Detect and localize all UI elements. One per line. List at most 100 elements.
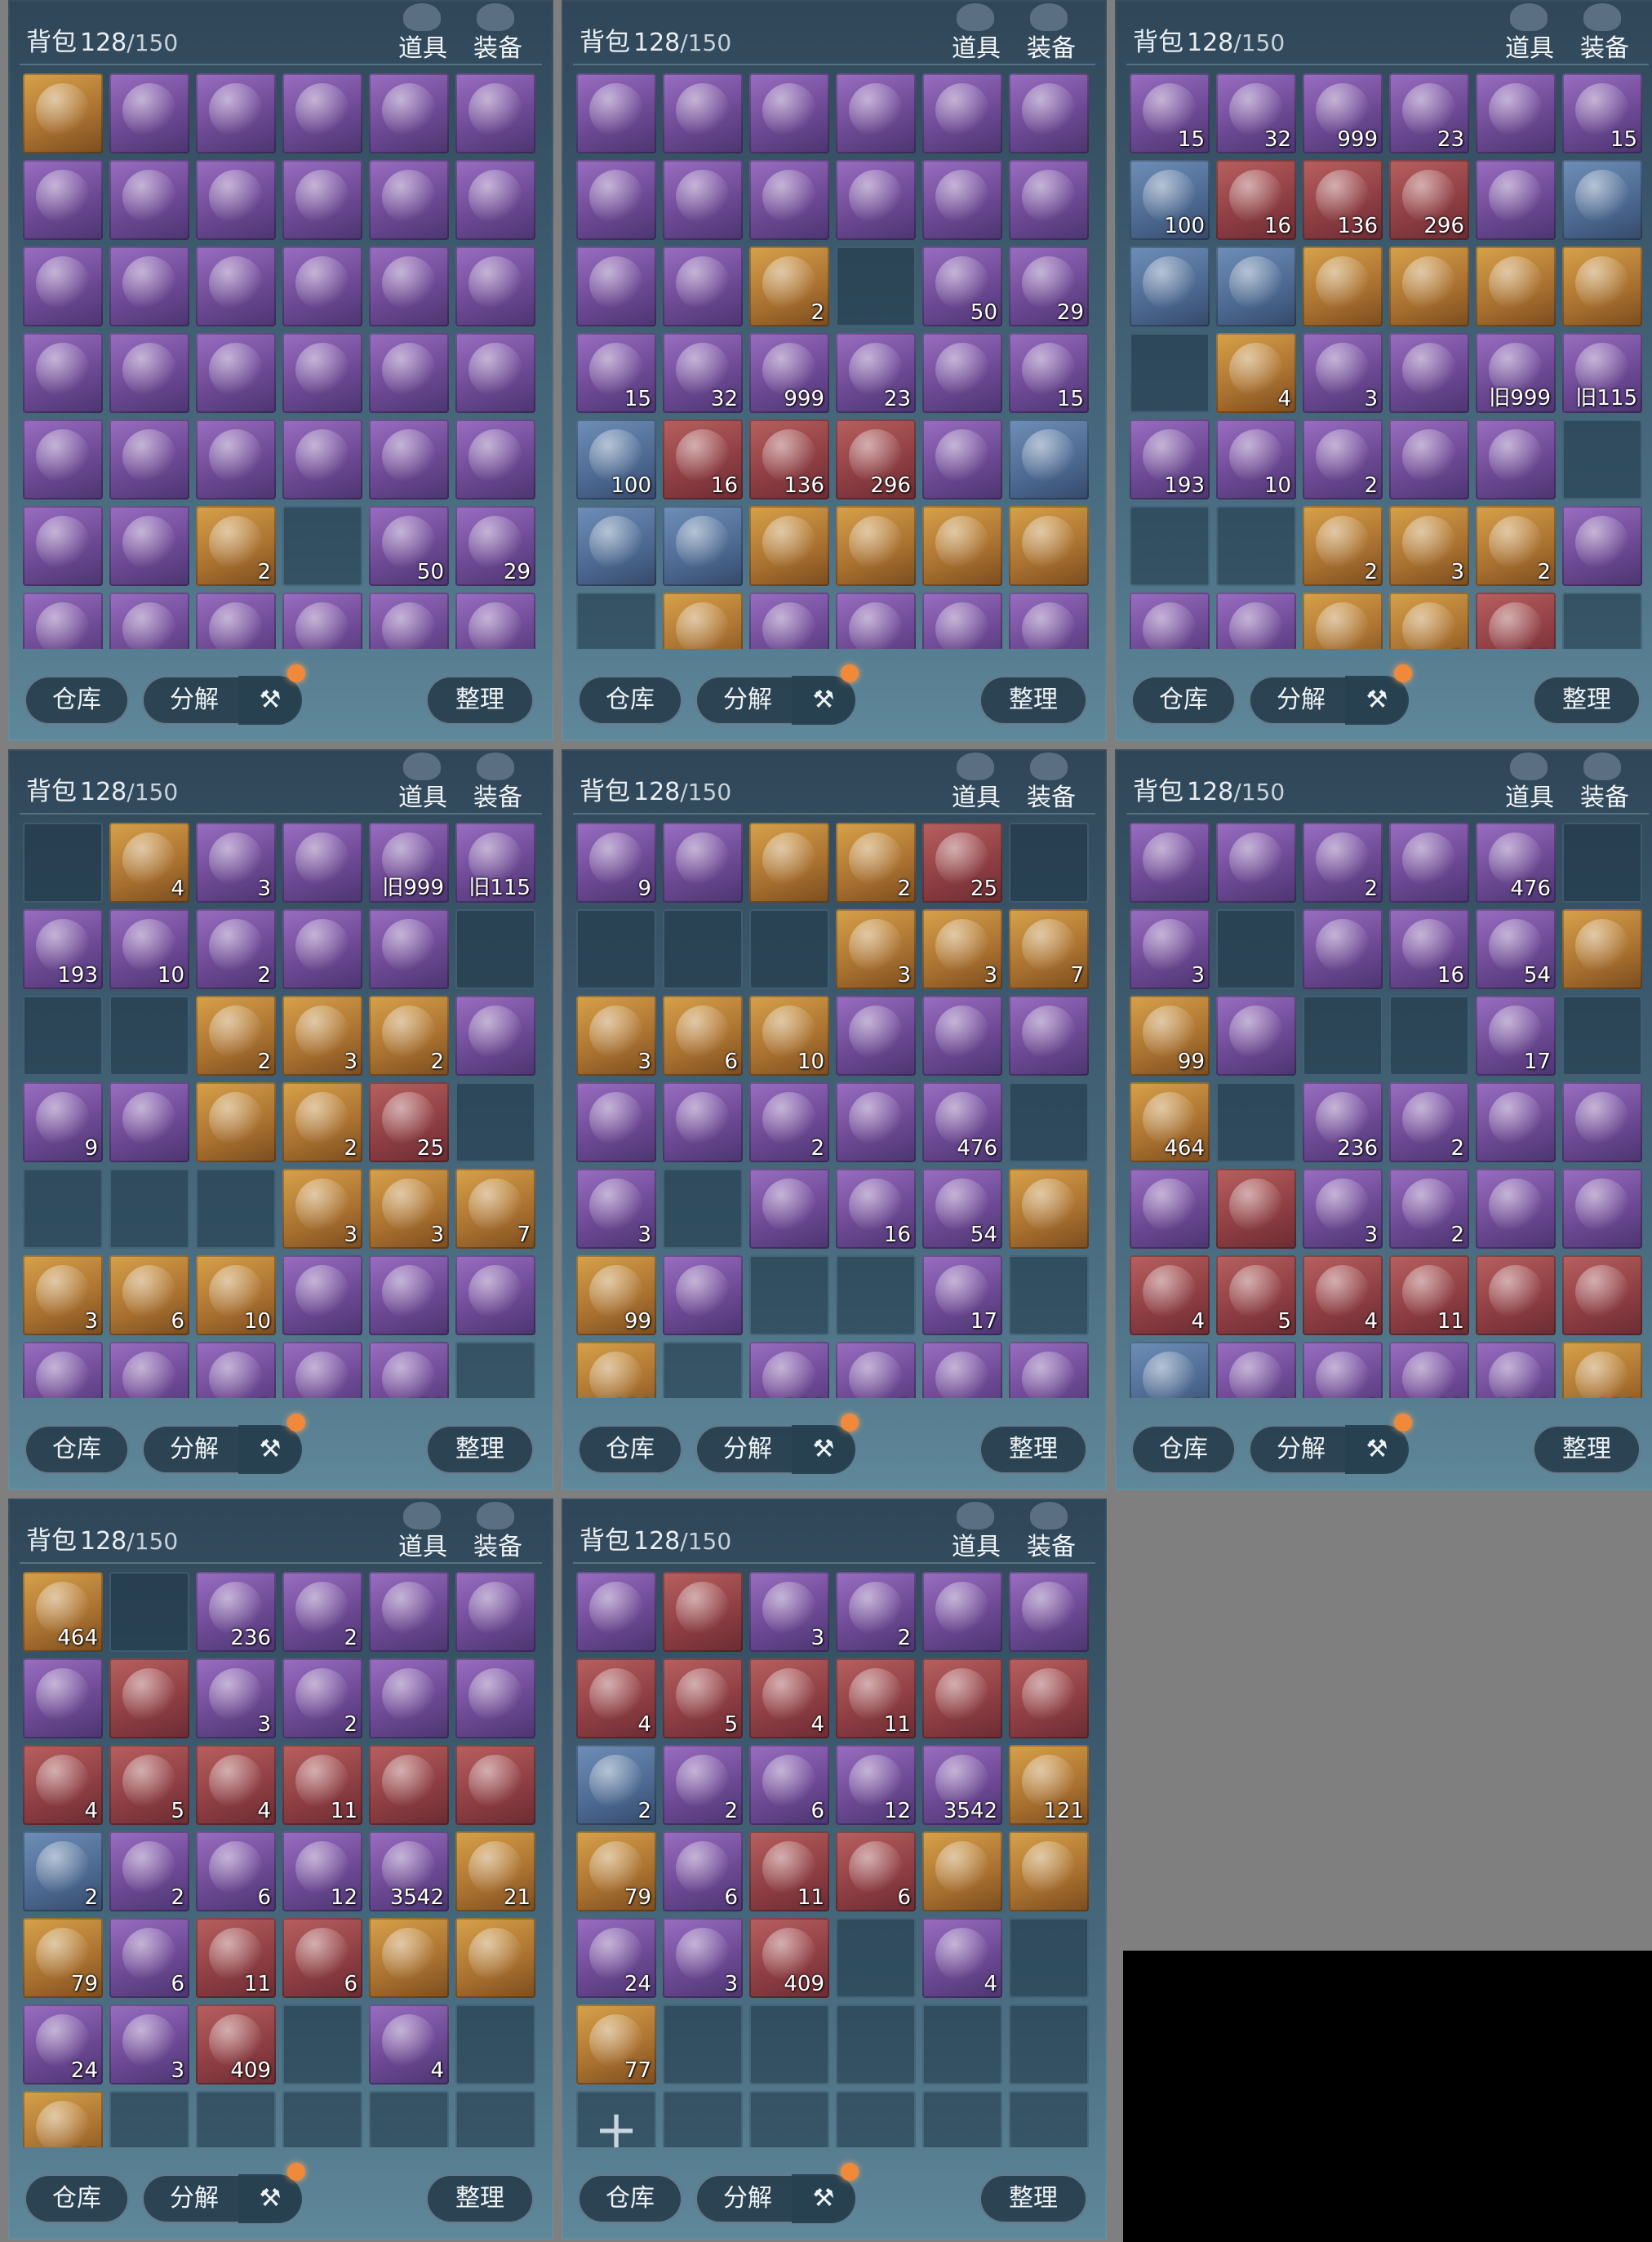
item-slot[interactable]: [1476, 420, 1556, 499]
item-slot[interactable]: [455, 160, 535, 240]
item-slot[interactable]: 3: [282, 1169, 362, 1249]
tab-equipment[interactable]: 装备: [473, 777, 522, 813]
item-slot[interactable]: 3: [1303, 1169, 1383, 1249]
item-slot[interactable]: [196, 1082, 276, 1162]
item-slot[interactable]: [749, 160, 829, 240]
item-slot[interactable]: [282, 593, 362, 649]
item-slot[interactable]: [922, 73, 1002, 153]
item-slot[interactable]: [369, 333, 449, 413]
item-slot[interactable]: [1562, 1082, 1642, 1162]
item-slot[interactable]: 4: [749, 1658, 829, 1738]
item-slot[interactable]: 旧999: [369, 823, 449, 903]
item-slot[interactable]: [1130, 1169, 1210, 1249]
empty-slot[interactable]: [1009, 1918, 1089, 1998]
item-slot[interactable]: [1009, 506, 1089, 586]
empty-slot[interactable]: [282, 2091, 362, 2147]
empty-slot[interactable]: [455, 1342, 535, 1398]
item-slot[interactable]: [663, 246, 743, 326]
item-slot[interactable]: [1009, 1831, 1089, 1911]
sort-button[interactable]: 整理: [426, 1425, 534, 1474]
item-slot[interactable]: [1130, 823, 1210, 903]
item-slot[interactable]: [1303, 593, 1383, 649]
empty-slot[interactable]: [922, 2091, 1002, 2147]
item-slot[interactable]: [1009, 996, 1089, 1076]
empty-slot[interactable]: [1130, 333, 1210, 413]
tab-items[interactable]: 道具: [398, 28, 447, 64]
item-slot[interactable]: 100: [1130, 160, 1210, 240]
item-slot[interactable]: [282, 160, 362, 240]
item-slot[interactable]: 3: [576, 1169, 656, 1249]
item-slot[interactable]: 193: [1130, 420, 1210, 499]
item-slot[interactable]: [23, 1342, 103, 1398]
item-slot[interactable]: 25: [922, 823, 1002, 903]
item-slot[interactable]: [1009, 1342, 1089, 1398]
item-slot[interactable]: 236: [1303, 1082, 1383, 1162]
decompose-button[interactable]: 分解 ⚒: [695, 1414, 859, 1474]
empty-slot[interactable]: [109, 996, 189, 1076]
item-slot[interactable]: 2: [836, 1342, 916, 1398]
item-slot[interactable]: [1562, 160, 1642, 240]
item-slot[interactable]: 476: [922, 1082, 1002, 1162]
item-slot[interactable]: [1476, 73, 1556, 153]
item-slot[interactable]: [369, 1255, 449, 1335]
item-slot[interactable]: [109, 333, 189, 413]
empty-slot[interactable]: [1216, 1082, 1296, 1162]
item-slot[interactable]: [922, 1831, 1002, 1911]
item-slot[interactable]: 79: [23, 1918, 103, 1998]
item-slot[interactable]: [1303, 246, 1383, 326]
empty-slot[interactable]: [1389, 996, 1469, 1076]
item-slot[interactable]: [369, 1572, 449, 1652]
item-slot[interactable]: 2: [282, 1082, 362, 1162]
item-slot[interactable]: [836, 506, 916, 586]
item-slot[interactable]: [23, 333, 103, 413]
item-slot[interactable]: [922, 996, 1002, 1076]
item-slot[interactable]: 236: [196, 1572, 276, 1652]
item-slot[interactable]: [1389, 420, 1469, 499]
item-slot[interactable]: 4: [109, 823, 189, 903]
tab-items[interactable]: 道具: [1505, 28, 1554, 64]
tab-items[interactable]: 道具: [398, 1526, 447, 1562]
item-slot[interactable]: 2: [1303, 506, 1383, 586]
sort-button[interactable]: 整理: [426, 2174, 534, 2223]
item-slot[interactable]: 409: [196, 2004, 276, 2084]
empty-slot[interactable]: [749, 1255, 829, 1335]
tab-equipment[interactable]: 装备: [473, 28, 522, 64]
empty-slot[interactable]: [836, 246, 916, 326]
item-slot[interactable]: 2: [282, 1658, 362, 1738]
item-slot[interactable]: 6: [109, 1255, 189, 1335]
hammer-icon[interactable]: ⚒: [238, 1425, 302, 1474]
empty-slot[interactable]: [1303, 996, 1383, 1076]
empty-slot[interactable]: [836, 2091, 916, 2147]
empty-slot[interactable]: [663, 909, 743, 989]
item-slot[interactable]: 4: [1303, 1255, 1383, 1335]
item-slot[interactable]: [369, 1658, 449, 1738]
item-slot[interactable]: 2: [1389, 1169, 1469, 1249]
item-slot[interactable]: [922, 160, 1002, 240]
item-slot[interactable]: 2: [1476, 506, 1556, 586]
empty-slot[interactable]: [455, 1082, 535, 1162]
item-slot[interactable]: [1562, 909, 1642, 989]
empty-slot[interactable]: [109, 1572, 189, 1652]
item-slot[interactable]: [663, 73, 743, 153]
item-slot[interactable]: 2: [749, 246, 829, 326]
item-slot[interactable]: 2: [1130, 1342, 1210, 1398]
item-slot[interactable]: [282, 1342, 362, 1398]
item-slot[interactable]: [282, 1255, 362, 1335]
item-slot[interactable]: 193: [23, 909, 103, 989]
item-slot[interactable]: [369, 160, 449, 240]
item-slot[interactable]: 16: [663, 420, 743, 499]
item-slot[interactable]: 3: [196, 1658, 276, 1738]
decompose-button[interactable]: 分解 ⚒: [142, 2163, 305, 2223]
empty-slot[interactable]: [282, 2004, 362, 2084]
item-slot[interactable]: 16: [1389, 909, 1469, 989]
item-slot[interactable]: [109, 73, 189, 153]
item-slot[interactable]: 12: [1389, 1342, 1469, 1398]
decompose-button[interactable]: 分解 ⚒: [695, 664, 859, 725]
tab-items[interactable]: 道具: [952, 1526, 1001, 1562]
item-slot[interactable]: 464: [23, 1572, 103, 1652]
item-slot[interactable]: [922, 506, 1002, 586]
item-slot[interactable]: 32: [1216, 73, 1296, 153]
item-slot[interactable]: [23, 506, 103, 586]
item-slot[interactable]: 2: [836, 1572, 916, 1652]
item-slot[interactable]: 3: [836, 909, 916, 989]
